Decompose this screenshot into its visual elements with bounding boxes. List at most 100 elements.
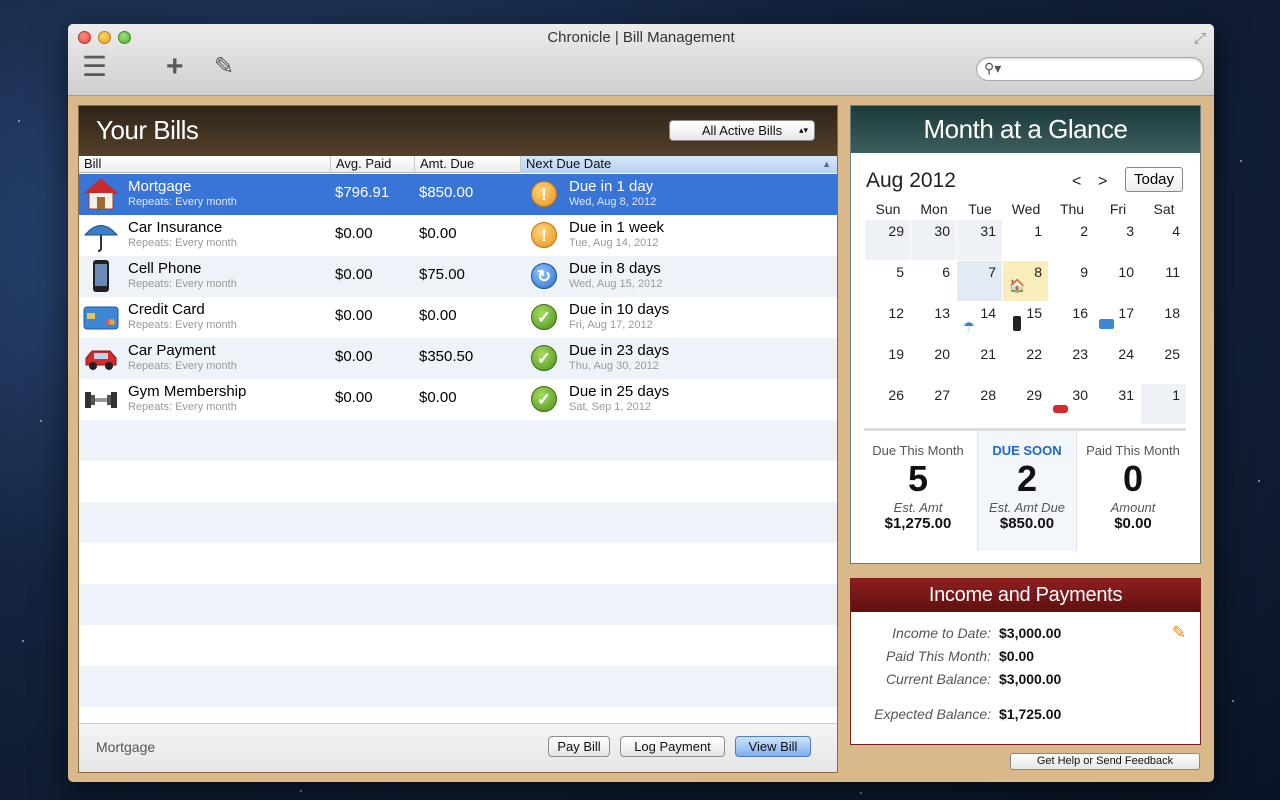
weekday-mon: Mon <box>920 201 948 217</box>
empty-row <box>79 502 837 543</box>
calendar-day[interactable]: 3 <box>1095 220 1140 260</box>
weekday-wed: Wed <box>1011 201 1041 217</box>
calendar-day[interactable]: 18 <box>1141 302 1186 342</box>
search-icon: ⚲▾ <box>984 60 1002 76</box>
day-number: 16 <box>1072 305 1088 321</box>
view-bill-button[interactable]: View Bill <box>735 736 811 757</box>
bill-date: Thu, Aug 30, 2012 <box>569 360 659 372</box>
weekday-sun: Sun <box>875 201 901 217</box>
calendar-day[interactable]: 21 <box>957 343 1002 383</box>
calendar-day[interactable]: 30 <box>911 220 956 260</box>
calendar-day[interactable]: 14 ☂ <box>957 302 1002 342</box>
check-icon: ✓ <box>531 386 557 412</box>
sort-ascending-icon: ▲ <box>822 159 831 169</box>
calendar-day[interactable]: 2 <box>1049 220 1094 260</box>
calendar-day[interactable]: 27 <box>911 384 956 424</box>
bill-row-car-payment[interactable]: Car Payment Repeats: Every month $0.00 $… <box>79 338 837 379</box>
help-feedback-button[interactable]: Get Help or Send Feedback <box>1010 753 1200 770</box>
stat-label: Due This Month <box>872 443 964 458</box>
calendar-day[interactable]: 23 <box>1049 343 1094 383</box>
bill-due: Due in 25 days <box>569 383 670 400</box>
stat-sublabel: Est. Amt Due <box>988 500 1066 515</box>
calendar-day[interactable]: 29 <box>865 220 910 260</box>
calendar-day[interactable]: 22 <box>1003 343 1048 383</box>
calendar-day[interactable]: 13 <box>911 302 956 342</box>
empty-row <box>79 584 837 625</box>
day-number: 11 <box>1165 264 1180 280</box>
calendar-day[interactable]: 10 <box>1095 261 1140 301</box>
calendar-day-today[interactable]: 7 <box>957 261 1002 301</box>
calendar-day[interactable]: 29 <box>1003 384 1048 424</box>
calendar-day[interactable]: 4 <box>1141 220 1186 260</box>
calendar-day[interactable]: 28 <box>957 384 1002 424</box>
prev-month-button[interactable]: < <box>1072 173 1081 191</box>
bill-row-mortgage[interactable]: Mortgage Repeats: Every month $796.91 $8… <box>79 174 837 215</box>
calendar-day[interactable]: 1 <box>1141 384 1186 424</box>
calendar-day-highlighted[interactable]: 8 🏠 <box>1003 261 1048 301</box>
day-number: 25 <box>1164 346 1180 362</box>
day-number: 30 <box>1072 387 1088 403</box>
calendar-day[interactable]: 31 <box>957 220 1002 260</box>
col-bill[interactable]: Bill <box>79 156 331 173</box>
calendar-day[interactable]: 15 <box>1003 302 1048 342</box>
bill-due: Due in 1 week <box>569 219 665 236</box>
today-button[interactable]: Today <box>1125 167 1183 192</box>
day-number: 31 <box>1118 387 1134 403</box>
window-title: Chronicle | Bill Management <box>547 29 735 46</box>
search-input[interactable]: ⚲▾ <box>976 57 1204 81</box>
calendar-day[interactable]: 20 <box>911 343 956 383</box>
pencil-icon[interactable]: ✎ <box>1172 623 1186 643</box>
calendar-day[interactable]: 26 <box>865 384 910 424</box>
bill-row-cell-phone[interactable]: Cell Phone Repeats: Every month $0.00 $7… <box>79 256 837 297</box>
calendar-day[interactable]: 30 <box>1049 384 1094 424</box>
list-icon[interactable]: ☰ <box>82 52 107 82</box>
day-number: 8 <box>1034 264 1042 280</box>
calendar-day[interactable]: 9 <box>1049 261 1094 301</box>
bill-row-credit-card[interactable]: Credit Card Repeats: Every month $0.00 $… <box>79 297 837 338</box>
day-number: 6 <box>942 264 950 280</box>
house-icon: 🏠 <box>1009 278 1026 293</box>
bill-name: Car Insurance <box>128 219 223 236</box>
day-number: 3 <box>1126 223 1134 239</box>
weekday-fri: Fri <box>1109 201 1127 217</box>
select-arrows-icon: ▴▾ <box>798 125 808 135</box>
bills-column-header: Bill Avg. Paid Amt. Due Next Due Date ▲ <box>79 156 837 173</box>
bills-filter-select[interactable]: All Active Bills ▴▾ <box>669 120 815 141</box>
fullscreen-icon[interactable]: ⤢ <box>1194 30 1206 47</box>
next-month-button[interactable]: > <box>1098 173 1107 191</box>
calendar-day[interactable]: 31 <box>1095 384 1140 424</box>
check-icon: ✓ <box>531 345 557 371</box>
bill-name: Car Payment <box>128 342 216 359</box>
day-number: 29 <box>888 223 904 239</box>
col-amt-due[interactable]: Amt. Due <box>415 156 521 173</box>
add-icon[interactable]: + <box>166 52 184 82</box>
calendar-day[interactable]: 12 <box>865 302 910 342</box>
day-number: 23 <box>1072 346 1088 362</box>
calendar-day[interactable]: 17 <box>1095 302 1140 342</box>
calendar-day[interactable]: 5 <box>865 261 910 301</box>
calendar-day[interactable]: 1 <box>1003 220 1048 260</box>
stat-sublabel: Amount <box>1110 500 1156 515</box>
day-number: 15 <box>1026 305 1042 321</box>
pay-bill-button[interactable]: Pay Bill <box>548 736 610 757</box>
calendar-day[interactable]: 19 <box>865 343 910 383</box>
calendar-day[interactable]: 24 <box>1095 343 1140 383</box>
empty-row <box>79 666 837 707</box>
bill-due: Due in 10 days <box>569 301 670 318</box>
log-payment-button[interactable]: Log Payment <box>620 736 725 757</box>
stat-amount: $850.00 <box>999 515 1055 532</box>
col-next-due-date[interactable]: Next Due Date ▲ <box>521 156 837 173</box>
calendar-day[interactable]: 6 <box>911 261 956 301</box>
calendar-day[interactable]: 11 <box>1141 261 1186 301</box>
income-label: Expected Balance: <box>874 706 991 722</box>
col-avg-paid[interactable]: Avg. Paid <box>331 156 415 173</box>
stat-count: 0 <box>1122 458 1144 499</box>
calendar-day[interactable]: 25 <box>1141 343 1186 383</box>
calendar-day[interactable]: 16 <box>1049 302 1094 342</box>
pencil-icon[interactable]: ✎ <box>214 52 234 82</box>
bill-row-car-insurance[interactable]: Car Insurance Repeats: Every month $0.00… <box>79 215 837 256</box>
bill-row-gym-membership[interactable]: Gym Membership Repeats: Every month $0.0… <box>79 379 837 420</box>
bills-title: Your Bills <box>96 115 199 145</box>
bill-repeat: Repeats: Every month <box>128 237 237 249</box>
stat-sublabel: Est. Amt <box>893 500 943 515</box>
